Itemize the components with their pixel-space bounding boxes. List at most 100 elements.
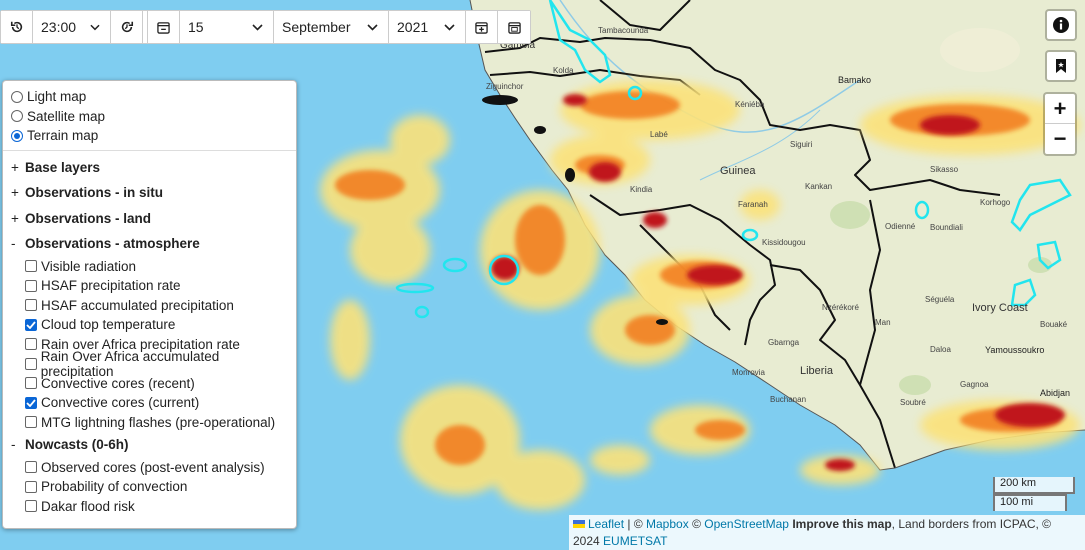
label-monrovia: Monrovia [732, 368, 765, 377]
label-seguela: Séguéla [925, 295, 955, 304]
mapbox-link[interactable]: Mapbox [646, 517, 689, 531]
layer-label: HSAF accumulated precipitation [41, 297, 234, 313]
layer-checkbox[interactable] [25, 500, 37, 513]
label-gbarnga: Gbarnga [768, 338, 800, 347]
attribution-year: 2024 [573, 534, 600, 548]
zoom-out-button[interactable]: − [1045, 124, 1075, 154]
layer-label: Dakar flood risk [41, 498, 135, 514]
group-observations-in-situ[interactable]: + Observations - in situ [11, 180, 288, 206]
info-button[interactable] [1045, 9, 1077, 41]
expand-toggle[interactable]: + [11, 211, 25, 226]
next-day-button[interactable] [466, 11, 498, 43]
basemap-terrain[interactable]: Terrain map [11, 126, 288, 146]
ukraine-flag-icon [573, 520, 585, 528]
basemap-satellite-radio[interactable] [11, 110, 23, 123]
checkmark-icon [26, 321, 36, 329]
expand-toggle[interactable]: + [11, 185, 25, 200]
layer-label: Convective cores (current) [41, 395, 200, 411]
layer-probability-of-convection[interactable]: Probability of convection [11, 477, 288, 497]
info-icon [1053, 17, 1069, 33]
layer-control-panel: Light map Satellite map Terrain map + Ba… [2, 80, 297, 529]
label-sikasso: Sikasso [930, 165, 959, 174]
layer-mtg-lightning-flashes[interactable]: MTG lightning flashes (pre-operational) [11, 413, 288, 433]
month-select[interactable]: September [274, 11, 389, 43]
chevron-down-icon [367, 23, 378, 31]
layer-cloud-top-temperature[interactable]: Cloud top temperature [11, 315, 288, 335]
layer-checkbox[interactable] [25, 480, 37, 493]
label-nzerekore: Nzérékoré [822, 303, 859, 312]
label-boundiali: Boundiali [930, 223, 963, 232]
bookmark-button[interactable] [1045, 50, 1077, 82]
zoom-control: + − [1043, 92, 1077, 156]
basemap-terrain-radio[interactable] [11, 129, 23, 142]
basemap-light-label: Light map [27, 89, 87, 105]
layer-checkbox[interactable] [25, 416, 37, 429]
layer-hsaf-precipitation-rate[interactable]: HSAF precipitation rate [11, 276, 288, 296]
day-select[interactable]: 15 [180, 11, 274, 43]
layer-checkbox[interactable] [25, 338, 37, 351]
label-kissidougou: Kissidougou [762, 238, 806, 247]
layer-label: Visible radiation [41, 258, 137, 274]
eumetsat-link[interactable]: EUMETSAT [603, 534, 667, 548]
label-buchanan: Buchanan [770, 395, 807, 404]
time-select[interactable]: 23:00 [33, 11, 111, 43]
checkmark-icon [26, 399, 36, 407]
openstreetmap-link[interactable]: OpenStreetMap [704, 517, 789, 531]
layer-hsaf-accumulated-precipitation[interactable]: HSAF accumulated precipitation [11, 296, 288, 316]
chevron-down-icon [252, 23, 263, 31]
label-kindia: Kindia [630, 185, 653, 194]
reset-time-button[interactable] [1, 11, 33, 43]
layer-checkbox[interactable] [25, 357, 37, 370]
layer-checkbox[interactable] [25, 260, 37, 273]
basemap-satellite[interactable]: Satellite map [11, 107, 288, 127]
layer-convective-cores-current[interactable]: Convective cores (current) [11, 393, 288, 413]
year-value: 2021 [397, 19, 429, 35]
layer-observed-cores[interactable]: Observed cores (post-event analysis) [11, 458, 288, 478]
label-siguiri: Siguiri [790, 140, 813, 149]
attribution-sep2: © [692, 517, 701, 531]
layer-visible-radiation[interactable]: Visible radiation [11, 257, 288, 277]
chevron-down-icon [90, 24, 100, 30]
zoom-in-button[interactable]: + [1045, 94, 1075, 124]
collapse-toggle[interactable]: - [11, 236, 25, 251]
expand-toggle[interactable]: + [11, 160, 25, 175]
group-observations-land[interactable]: + Observations - land [11, 206, 288, 232]
layer-label: Cloud top temperature [41, 317, 176, 333]
label-ivory-coast: Ivory Coast [972, 302, 1028, 314]
layer-checkbox[interactable] [25, 461, 37, 474]
basemap-light[interactable]: Light map [11, 87, 288, 107]
group-label: Observations - land [25, 210, 152, 226]
basemap-light-radio[interactable] [11, 90, 23, 103]
label-abidjan: Abidjan [1040, 388, 1071, 398]
improve-map-link[interactable]: Improve this map [792, 517, 891, 531]
layer-dakar-flood-risk[interactable]: Dakar flood risk [11, 497, 288, 517]
month-value: September [282, 19, 351, 35]
label-kolda: Kolda [553, 66, 574, 75]
layer-checkbox[interactable] [25, 279, 37, 292]
layer-checkbox[interactable] [25, 377, 37, 390]
collapse-toggle[interactable]: - [11, 437, 25, 452]
refresh-time-button[interactable] [111, 11, 143, 43]
leaflet-link[interactable]: Leaflet [588, 517, 624, 531]
panel-separator [3, 149, 296, 151]
group-label: Base layers [25, 159, 101, 175]
layer-rain-over-africa-accumulated[interactable]: Rain Over Africa accumulated precipitati… [11, 349, 288, 379]
group-observations-atmosphere[interactable]: - Observations - atmosphere [11, 231, 288, 257]
attribution-sep1: | © [627, 517, 643, 531]
previous-day-button[interactable] [148, 11, 180, 43]
layer-checkbox[interactable] [25, 299, 37, 312]
today-button[interactable] [498, 11, 530, 43]
time-toolbar: 23:00 15 September 2021 [0, 10, 531, 44]
calendar-plus-icon [475, 21, 488, 34]
layer-checkbox[interactable] [25, 318, 37, 331]
label-labe: Labé [650, 130, 668, 139]
history-icon [10, 21, 22, 33]
group-base-layers[interactable]: + Base layers [11, 155, 288, 181]
layer-checkbox[interactable] [25, 396, 37, 409]
year-select[interactable]: 2021 [389, 11, 466, 43]
layer-label: Rain Over Africa accumulated precipitati… [40, 348, 220, 379]
scale-bar-km: 200 km [993, 477, 1075, 494]
label-bouake: Bouaké [1040, 320, 1068, 329]
group-nowcasts[interactable]: - Nowcasts (0-6h) [11, 432, 288, 458]
layer-label: Observed cores (post-event analysis) [41, 459, 265, 475]
